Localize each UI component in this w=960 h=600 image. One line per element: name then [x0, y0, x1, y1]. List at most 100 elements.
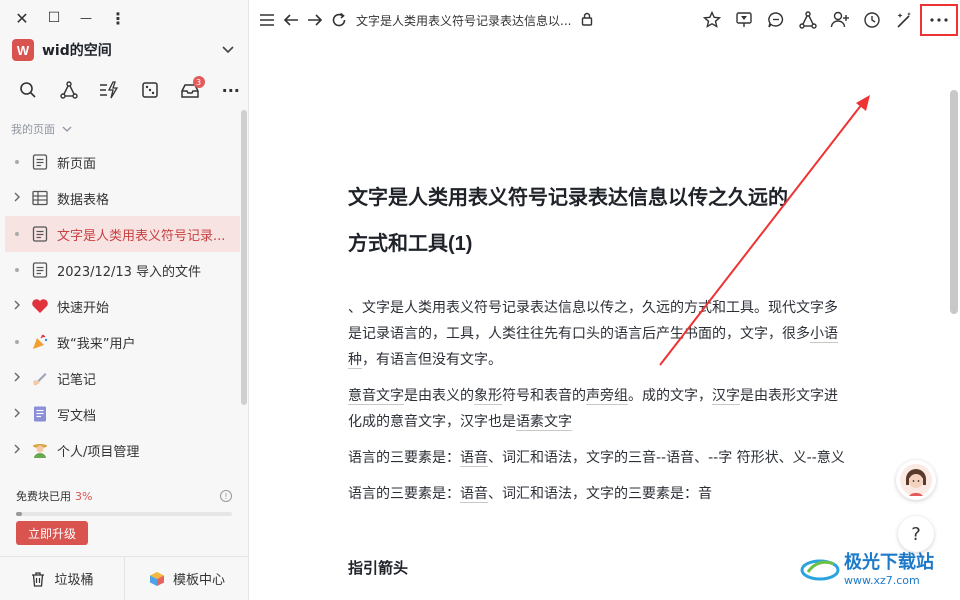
- sidebar-item-6[interactable]: 记笔记: [5, 360, 240, 396]
- chevron-down-icon: [222, 43, 234, 57]
- p2-text-b: 是由表义的: [404, 388, 474, 404]
- bullet-dot-icon: [11, 229, 23, 240]
- bullet-dot-icon: [11, 265, 23, 276]
- page-icon: [29, 259, 51, 281]
- back-arrow-icon[interactable]: [282, 10, 300, 30]
- history-icon[interactable]: [856, 5, 888, 35]
- quick-action-icon[interactable]: [89, 78, 130, 102]
- sidebar-item-3[interactable]: 2023/12/13 导入的文件: [5, 252, 240, 288]
- quota-percent: 3%: [75, 489, 93, 503]
- add-user-icon[interactable]: [824, 5, 856, 35]
- magic-wand-icon[interactable]: [888, 5, 920, 35]
- paragraph-3[interactable]: 语言的三要素是：语音、词汇和语法，文字的三音--语音、--字 符形状、义--意义: [348, 445, 848, 471]
- heart-icon: [29, 295, 51, 317]
- sidebar-scrollbar[interactable]: [241, 110, 247, 405]
- section-title: 我的页面: [11, 123, 55, 136]
- quota-panel: 免费块已用 3% !: [16, 488, 232, 516]
- present-icon[interactable]: [728, 5, 760, 35]
- document-body[interactable]: 文字是人类用表义符号记录表达信息以传之久远的 方式和工具(1) 、文字是人类用表…: [348, 175, 848, 578]
- chevron-down-icon: [62, 126, 71, 132]
- page-icon: [29, 223, 51, 245]
- trash-icon: [32, 571, 45, 587]
- close-window-button[interactable]: ✕: [12, 8, 32, 28]
- p2-link-i[interactable]: 语素文字: [516, 414, 572, 431]
- p4-link-b[interactable]: 语音: [460, 486, 488, 503]
- inbox-icon[interactable]: 3: [170, 76, 211, 102]
- menu-icon[interactable]: [258, 10, 276, 30]
- editor-scrollbar[interactable]: [950, 90, 958, 314]
- minimize-window-button[interactable]: —: [76, 8, 96, 28]
- chevron-right-icon[interactable]: [11, 300, 23, 313]
- sidebar-item-2[interactable]: 文字是人类用表义符号记录...: [5, 216, 240, 252]
- section-heading[interactable]: 指引箭头: [348, 557, 848, 578]
- bullet-dot-icon: [11, 337, 23, 348]
- quota-progress-fill: [16, 512, 23, 516]
- bullet-dot-icon: [11, 157, 23, 168]
- info-icon[interactable]: !: [220, 490, 232, 502]
- refresh-icon[interactable]: [330, 10, 348, 30]
- sidebar-item-4[interactable]: 快速开始: [5, 288, 240, 324]
- cube-icon: [149, 571, 164, 586]
- sidebar-item-label: 致“我来”用户: [57, 336, 136, 352]
- sidebar-item-label: 记笔记: [57, 372, 97, 388]
- p1-text: 、文字是人类用表义符号记录表达信息以传之，久远的方式和工具。现代文字多是记录语言…: [348, 300, 838, 342]
- p2-link-c[interactable]: 象形: [474, 388, 502, 405]
- page-icon: [29, 151, 51, 173]
- farmer-icon: [29, 439, 51, 461]
- my-pages-section[interactable]: 我的页面: [11, 121, 72, 137]
- writing-hand-icon: [29, 367, 51, 389]
- assistant-avatar[interactable]: [896, 460, 936, 500]
- document-icon: [29, 403, 51, 425]
- space-name: wid的空间: [42, 43, 112, 59]
- trash-button[interactable]: 垃圾桶: [0, 557, 124, 600]
- more-icon[interactable]: ···: [211, 78, 252, 102]
- forward-arrow-icon[interactable]: [306, 10, 324, 30]
- chevron-right-icon[interactable]: [11, 192, 23, 205]
- graph-view-icon[interactable]: [792, 5, 824, 35]
- star-icon[interactable]: [696, 5, 728, 35]
- editor-area[interactable]: 文字是人类用表义符号记录表达信息以传之久远的 方式和工具(1) 、文字是人类用表…: [250, 40, 960, 600]
- sidebar-item-label: 2023/12/13 导入的文件: [57, 264, 202, 280]
- document-title[interactable]: 文字是人类用表义符号记录表达信息以传之久远的 方式和工具(1): [348, 175, 848, 267]
- sidebar-item-label: 个人/项目管理: [57, 444, 140, 460]
- sidebar-item-8[interactable]: 个人/项目管理: [5, 432, 240, 468]
- upgrade-button[interactable]: 立即升级: [16, 521, 88, 545]
- p3-link-b[interactable]: 语音: [460, 450, 488, 467]
- notification-badge: 3: [192, 76, 205, 88]
- window-menu-button[interactable]: ⋮: [108, 8, 128, 28]
- sidebar-bottom-bar: 垃圾桶 模板中心: [0, 556, 249, 600]
- sidebar-item-0[interactable]: 新页面: [5, 144, 240, 180]
- p2-link-a[interactable]: 意音文字: [348, 388, 404, 405]
- sidebar-item-5[interactable]: 致“我来”用户: [5, 324, 240, 360]
- comment-icon[interactable]: [760, 5, 792, 35]
- p2-link-e[interactable]: 声旁组: [586, 388, 628, 405]
- chevron-right-icon[interactable]: [11, 408, 23, 421]
- graph-icon[interactable]: [49, 78, 90, 102]
- template-center-button[interactable]: 模板中心: [124, 557, 249, 600]
- title-line-1: 文字是人类用表义符号记录表达信息以传之久远的: [348, 187, 788, 209]
- watermark-title: 极光下载站: [844, 552, 934, 573]
- sidebar-item-label: 文字是人类用表义符号记录...: [57, 228, 226, 244]
- paragraph-2[interactable]: 意音文字是由表义的象形符号和表音的声旁组。成的文字，汉字是由表形文字进化成的意音…: [348, 383, 848, 435]
- paragraph-4[interactable]: 语言的三要素是：语音、词汇和语法，文字的三要素是：音: [348, 481, 848, 507]
- watermark-url: www.xz7.com: [844, 574, 920, 587]
- search-icon[interactable]: [8, 78, 49, 102]
- more-options-button[interactable]: [920, 4, 958, 36]
- help-button[interactable]: ?: [898, 516, 934, 552]
- quota-progress-bar: [16, 512, 232, 516]
- lock-icon[interactable]: [581, 11, 593, 30]
- p2-link-g[interactable]: 汉字: [712, 388, 740, 405]
- dice-icon[interactable]: [130, 78, 171, 102]
- watermark: 极光下载站 www.xz7.com: [800, 548, 934, 587]
- space-switcher[interactable]: W wid的空间: [12, 38, 234, 62]
- sidebar-item-7[interactable]: 写文档: [5, 396, 240, 432]
- chevron-right-icon[interactable]: [11, 372, 23, 385]
- sidebar-item-1[interactable]: 数据表格: [5, 180, 240, 216]
- p2-text-f: 。成的文字，: [628, 388, 712, 404]
- maximize-window-button[interactable]: ☐: [44, 8, 64, 28]
- paragraph-1[interactable]: 、文字是人类用表义符号记录表达信息以传之，久远的方式和工具。现代文字多是记录语言…: [348, 295, 848, 373]
- assistant-avatar-icon: [900, 464, 932, 496]
- table-icon: [29, 187, 51, 209]
- chevron-right-icon[interactable]: [11, 444, 23, 457]
- p3-text-a: 语言的三要素是：: [348, 450, 460, 466]
